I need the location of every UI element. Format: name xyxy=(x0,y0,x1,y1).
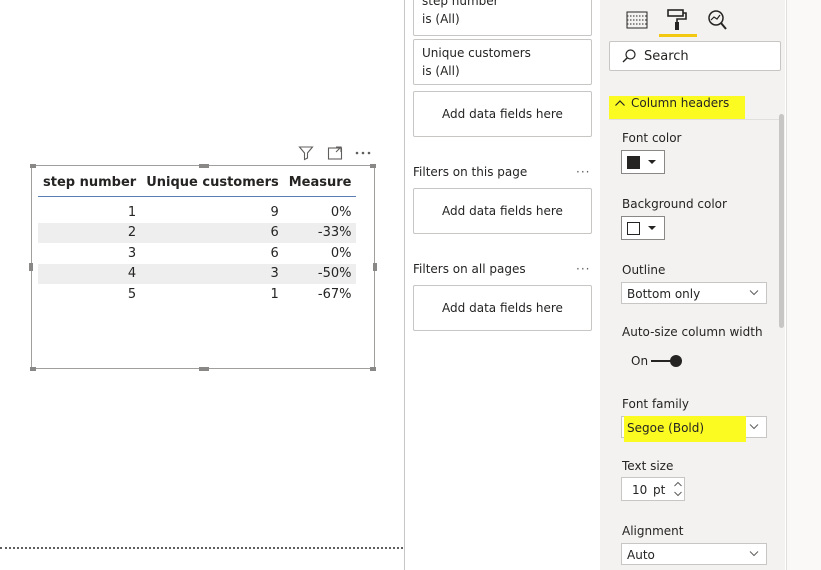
resize-handle-bottom[interactable] xyxy=(199,367,209,371)
table-row[interactable]: 3 6 0% xyxy=(38,243,356,264)
filter-icon[interactable] xyxy=(298,145,314,161)
table-cell: 1 xyxy=(270,286,279,302)
font-family-dropdown[interactable]: Segoe (Bold) xyxy=(621,416,767,442)
autosize-toggle-knob[interactable] xyxy=(670,355,682,367)
search-input[interactable] xyxy=(644,48,774,65)
filters-pane: step number is (All) Unique customers is… xyxy=(405,0,600,570)
table-cell: 0% xyxy=(330,245,352,261)
alignment-value: Auto xyxy=(627,548,655,562)
analytics-magnifier-icon[interactable] xyxy=(704,8,728,32)
chevron-down-icon xyxy=(749,424,759,430)
autosize-label: Auto-size column width xyxy=(622,325,763,339)
filter-card-step-number[interactable]: step number is (All) xyxy=(413,0,592,36)
text-size-stepper[interactable]: 10 pt xyxy=(621,477,685,501)
table-cell: 3 xyxy=(127,245,137,261)
caret-down-icon xyxy=(648,226,656,230)
column-header-unique-customers[interactable]: Unique customers xyxy=(141,170,284,196)
all-pages-filters-drop-zone[interactable]: Add data fields here xyxy=(413,285,592,331)
page-filters-more-button[interactable]: ··· xyxy=(576,165,590,179)
table-row[interactable]: 2 6 -33% xyxy=(38,222,357,243)
outline-label: Outline xyxy=(622,263,666,277)
background-color-label: Background color xyxy=(622,197,727,211)
table-cell: 1 xyxy=(127,204,137,220)
column-header-measure[interactable]: Measure xyxy=(284,170,357,196)
alignment-label: Alignment xyxy=(622,524,684,538)
autosize-state: On xyxy=(631,354,649,368)
chevron-up-icon[interactable] xyxy=(673,480,683,488)
font-family-value: Segoe (Bold) xyxy=(627,421,705,435)
table-header-row: step number Unique customers Measure xyxy=(38,170,357,196)
active-tab-indicator xyxy=(659,34,697,37)
caret-down-icon xyxy=(648,160,656,164)
format-paint-roller-icon[interactable] xyxy=(665,8,689,32)
table-cell: 6 xyxy=(141,222,284,243)
table-cell: 3 xyxy=(141,263,284,284)
alignment-dropdown[interactable]: Auto xyxy=(621,543,767,565)
table-cell: 0% xyxy=(330,204,352,220)
font-family-label: Font family xyxy=(622,397,689,411)
filter-card-unique-customers[interactable]: Unique customers is (All) xyxy=(413,39,592,85)
visual-filters-drop-zone[interactable]: Add data fields here xyxy=(413,91,592,137)
filter-card-state: is (All) xyxy=(422,64,460,78)
format-pane-scrollbar[interactable] xyxy=(779,114,784,328)
data-table: step number Unique customers Measure 1 9… xyxy=(38,170,357,305)
section-divider xyxy=(609,119,779,120)
resize-handle-left[interactable] xyxy=(29,263,33,271)
background-color-swatch xyxy=(627,222,640,235)
focus-mode-icon[interactable] xyxy=(327,145,343,161)
text-size-label: Text size xyxy=(622,459,674,473)
search-icon xyxy=(622,49,636,63)
format-search-box[interactable] xyxy=(609,41,781,71)
outline-value: Bottom only xyxy=(627,287,701,301)
report-canvas[interactable]: step number Unique customers Measure 1 9… xyxy=(0,0,404,570)
column-headers-section-toggle[interactable]: Column headers xyxy=(609,96,745,119)
section-title: Column headers xyxy=(631,96,730,110)
table-cell: -50% xyxy=(283,263,357,284)
fields-tab-icon[interactable] xyxy=(625,8,649,32)
table-cell: 9 xyxy=(270,204,279,220)
font-color-picker[interactable] xyxy=(621,150,665,174)
resize-handle-right[interactable] xyxy=(373,263,377,271)
table-cell: -67% xyxy=(317,286,352,302)
collapsed-pane-strip[interactable] xyxy=(786,0,821,570)
outline-dropdown[interactable]: Bottom only xyxy=(621,282,767,304)
text-size-value[interactable]: 10 xyxy=(632,483,647,497)
font-color-swatch xyxy=(627,156,640,169)
text-size-unit: pt xyxy=(653,483,666,497)
table-cell: 5 xyxy=(127,286,137,302)
resize-handle-bottom-right[interactable] xyxy=(370,367,376,371)
filter-card-field: step number xyxy=(422,0,499,8)
table-cell: -33% xyxy=(283,222,357,243)
table-row[interactable]: 1 9 0% xyxy=(38,202,356,223)
resize-handle-top[interactable] xyxy=(199,164,209,168)
chevron-down-icon xyxy=(749,290,759,296)
chevron-up-icon xyxy=(615,100,625,106)
font-color-label: Font color xyxy=(622,131,682,145)
filter-card-state: is (All) xyxy=(422,12,460,26)
all-pages-filters-more-button[interactable]: ··· xyxy=(576,262,590,276)
all-pages-filters-label: Filters on all pages xyxy=(413,262,526,276)
more-options-icon[interactable] xyxy=(354,145,372,161)
table-row[interactable]: 5 1 -67% xyxy=(38,284,356,305)
chevron-down-icon[interactable] xyxy=(673,490,683,498)
resize-handle-bottom-left[interactable] xyxy=(30,367,36,371)
resize-handle-top-left[interactable] xyxy=(30,164,36,168)
column-header-step-number[interactable]: step number xyxy=(38,170,141,196)
table-visual[interactable]: step number Unique customers Measure 1 9… xyxy=(31,165,375,369)
table-row[interactable]: 4 3 -50% xyxy=(38,263,357,284)
table-cell: 4 xyxy=(38,263,142,284)
resize-handle-top-right[interactable] xyxy=(370,164,376,168)
page-filters-drop-zone[interactable]: Add data fields here xyxy=(413,188,592,234)
table-cell: 2 xyxy=(38,222,142,243)
chevron-down-icon xyxy=(749,551,759,557)
page-filters-label: Filters on this page xyxy=(413,165,528,179)
filter-card-field: Unique customers xyxy=(422,46,531,60)
table-cell: 6 xyxy=(270,245,279,261)
background-color-picker[interactable] xyxy=(621,216,665,240)
page-boundary xyxy=(0,547,403,549)
